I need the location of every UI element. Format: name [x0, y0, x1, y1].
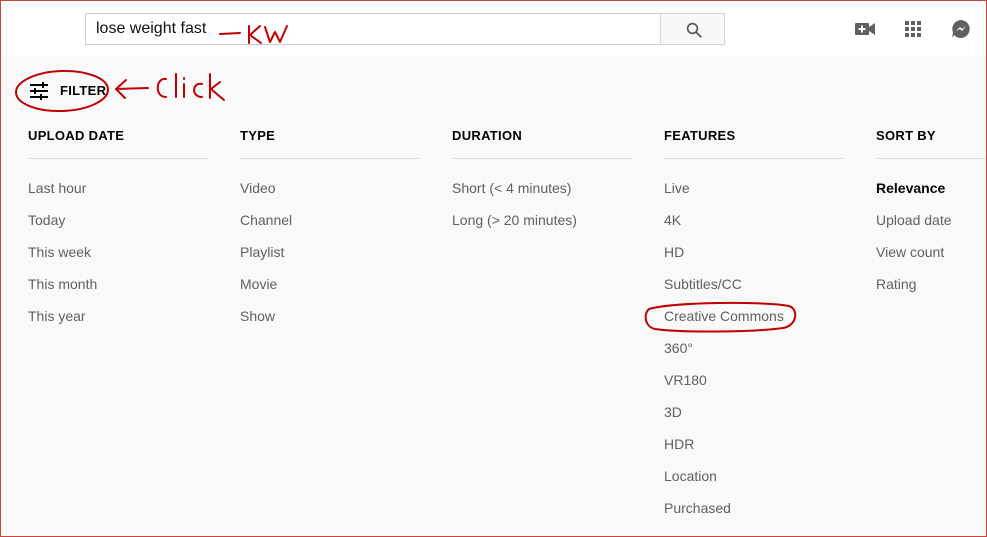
filter-option-live[interactable]: Live: [664, 172, 844, 204]
type-header: TYPE: [240, 128, 420, 159]
filter-option-short[interactable]: Short (< 4 minutes): [452, 172, 632, 204]
filter-option-this-year[interactable]: This year: [28, 300, 208, 332]
filter-option-playlist[interactable]: Playlist: [240, 236, 420, 268]
sort-by-header: SORT BY: [876, 128, 987, 159]
sort-option-upload-date[interactable]: Upload date: [876, 204, 987, 236]
upload-date-column: UPLOAD DATE Last hour Today This week Th…: [28, 128, 208, 332]
filter-label: FILTER: [60, 83, 107, 98]
filter-option-hdr[interactable]: HDR: [664, 428, 844, 460]
features-header: FEATURES: [664, 128, 844, 159]
filter-option-channel[interactable]: Channel: [240, 204, 420, 236]
click-annotation: [115, 73, 225, 101]
filter-option-4k[interactable]: 4K: [664, 204, 844, 236]
search-input[interactable]: lose weight fast: [85, 13, 661, 45]
filter-option-this-month[interactable]: This month: [28, 268, 208, 300]
sort-option-rating[interactable]: Rating: [876, 268, 987, 300]
filter-option-subtitles-cc[interactable]: Subtitles/CC: [664, 268, 844, 300]
sort-option-relevance[interactable]: Relevance: [876, 172, 987, 204]
filter-option-show[interactable]: Show: [240, 300, 420, 332]
filter-option-movie[interactable]: Movie: [240, 268, 420, 300]
filter-option-video[interactable]: Video: [240, 172, 420, 204]
search-button[interactable]: [660, 13, 725, 45]
tune-sliders-icon: [30, 82, 48, 100]
video-camera-plus-icon[interactable]: [853, 17, 877, 41]
features-column: FEATURES Live 4K HD Subtitles/CC Creativ…: [664, 128, 844, 524]
filter-option-3d[interactable]: 3D: [664, 396, 844, 428]
duration-column: DURATION Short (< 4 minutes) Long (> 20 …: [452, 128, 632, 236]
filter-option-this-week[interactable]: This week: [28, 236, 208, 268]
filter-option-last-hour[interactable]: Last hour: [28, 172, 208, 204]
filter-option-hd[interactable]: HD: [664, 236, 844, 268]
sort-by-column: SORT BY Relevance Upload date View count…: [876, 128, 987, 300]
search-icon: [686, 22, 702, 38]
upload-date-header: UPLOAD DATE: [28, 128, 208, 159]
filter-option-today[interactable]: Today: [28, 204, 208, 236]
filter-option-vr180[interactable]: VR180: [664, 364, 844, 396]
filter-option-purchased[interactable]: Purchased: [664, 492, 844, 524]
top-bar: lose weight fast: [0, 0, 987, 56]
filter-option-creative-commons[interactable]: Creative Commons: [664, 300, 844, 332]
apps-grid-icon[interactable]: [901, 17, 925, 41]
sort-option-view-count[interactable]: View count: [876, 236, 987, 268]
filter-option-360[interactable]: 360°: [664, 332, 844, 364]
filter-option-long[interactable]: Long (> 20 minutes): [452, 204, 632, 236]
type-column: TYPE Video Channel Playlist Movie Show: [240, 128, 420, 332]
filter-option-location[interactable]: Location: [664, 460, 844, 492]
messages-icon[interactable]: [949, 17, 973, 41]
duration-header: DURATION: [452, 128, 632, 159]
